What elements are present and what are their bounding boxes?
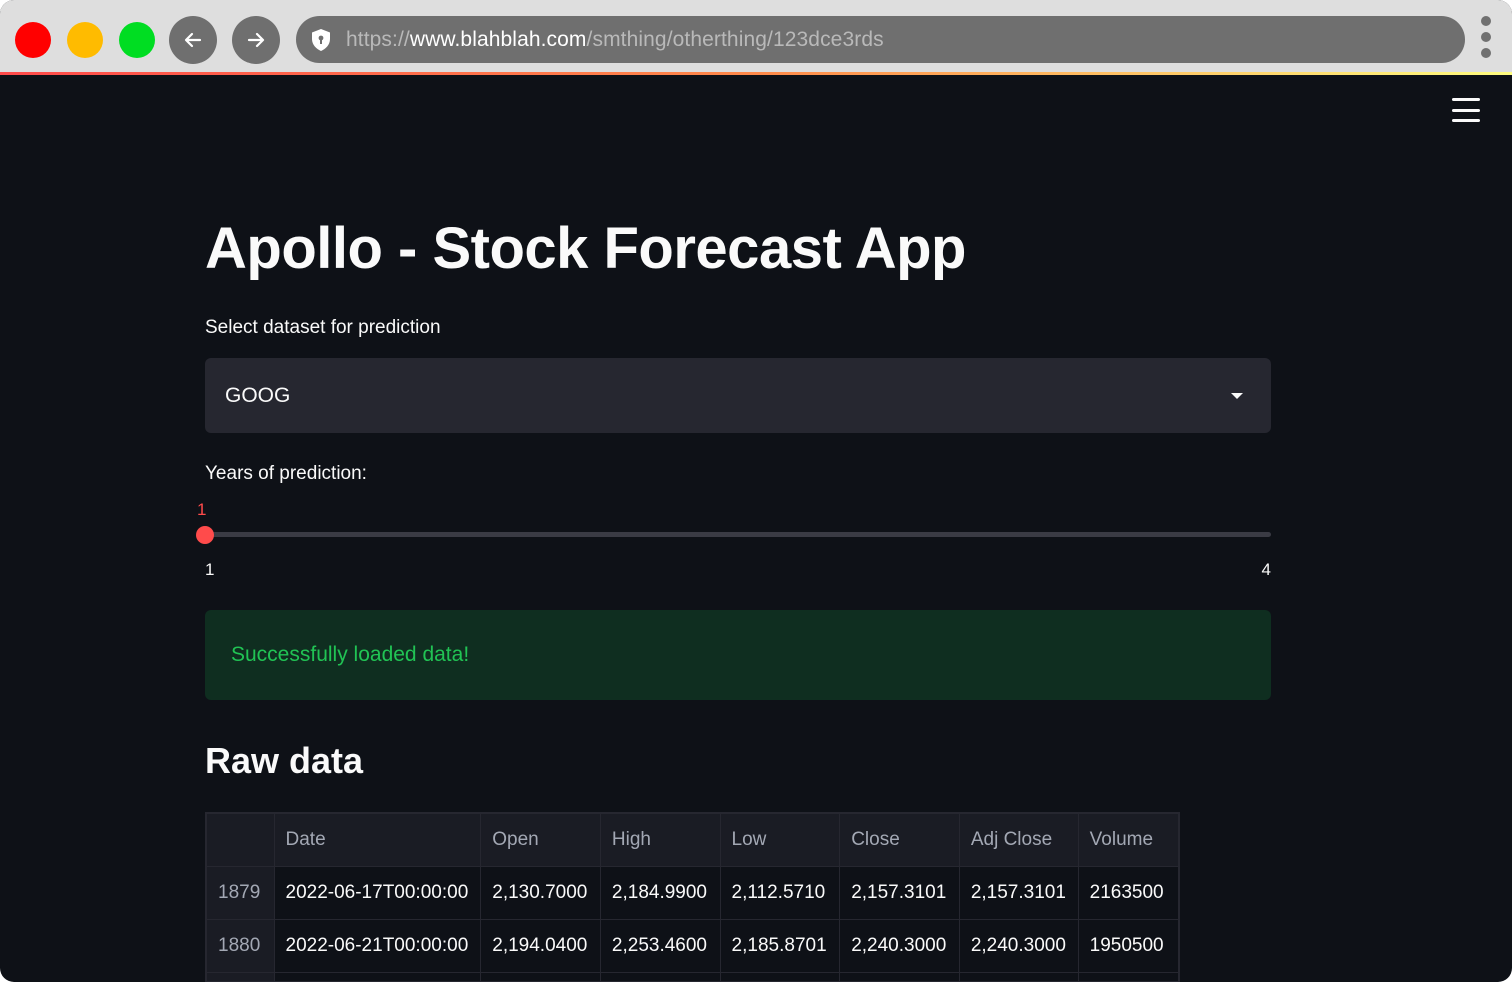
browser-window: https://www.blahblah.com/smthing/otherth…: [0, 0, 1512, 982]
arrow-right-icon: [247, 32, 265, 48]
dataset-select-value: GOOG: [225, 383, 291, 407]
raw-data-table[interactable]: Date Open High Low Close Adj Close Volum…: [205, 812, 1180, 982]
raw-data-header: Raw data: [205, 740, 364, 781]
column-header-adj-close[interactable]: Adj Close: [958, 813, 1079, 867]
row-index-cell: 1880: [206, 919, 275, 973]
open-cell: [480, 972, 601, 981]
date-cell: [273, 972, 482, 981]
close-window-button[interactable]: [15, 22, 51, 58]
dataset-select[interactable]: GOOG: [205, 358, 1271, 433]
adj-close-cell: [958, 972, 1079, 981]
adj-close-cell: 2,240.3000: [958, 919, 1079, 973]
page-title: Apollo - Stock Forecast App: [205, 216, 966, 281]
adj-close-cell: 2,157.3101: [958, 866, 1079, 920]
address-bar[interactable]: https://www.blahblah.com/smthing/otherth…: [296, 16, 1465, 63]
url-path: /smthing/otherthing/123dce3rds: [586, 27, 884, 51]
column-header-high[interactable]: High: [599, 813, 721, 867]
column-header-date[interactable]: Date: [273, 813, 482, 867]
volume-cell: [1077, 972, 1179, 981]
column-header-index[interactable]: [206, 813, 275, 867]
url-host: www.blahblah.com: [409, 27, 587, 51]
high-cell: [599, 972, 721, 981]
column-header-low[interactable]: Low: [719, 813, 841, 867]
table-row: [206, 972, 1179, 981]
years-slider-handle[interactable]: [196, 526, 214, 544]
slider-max-label: 4: [1261, 560, 1271, 579]
column-header-close[interactable]: Close: [839, 813, 960, 867]
row-index-cell: [206, 972, 275, 981]
minimize-window-button[interactable]: [67, 22, 103, 58]
page-accent-bar: [0, 72, 1512, 75]
table-row: 1879 2022-06-17T00:00:00 2,130.7000 2,18…: [206, 866, 1179, 920]
arrow-left-icon: [184, 32, 202, 48]
high-cell: 2,184.9900: [599, 866, 721, 920]
high-cell: 2,253.4600: [599, 919, 721, 973]
maximize-window-button[interactable]: [119, 22, 155, 58]
close-cell: [839, 972, 960, 981]
low-cell: 2,185.8701: [719, 919, 841, 973]
volume-cell: 2163500: [1077, 866, 1179, 920]
url-text: https://www.blahblah.com/smthing/otherth…: [346, 28, 884, 52]
years-slider-track[interactable]: [205, 532, 1271, 537]
close-cell: 2,240.3000: [839, 919, 960, 973]
column-header-open[interactable]: Open: [480, 813, 601, 867]
dataset-select-label: Select dataset for prediction: [205, 317, 441, 338]
slider-min-label: 1: [205, 560, 215, 579]
table-header-row: Date Open High Low Close Adj Close Volum…: [206, 813, 1179, 867]
shield-icon: [312, 28, 330, 51]
low-cell: 2,112.5710: [719, 866, 841, 920]
forward-button[interactable]: [232, 16, 280, 64]
success-alert-text: Successfully loaded data!: [231, 643, 470, 666]
slider-current-value: 1: [197, 500, 207, 519]
caret-down-icon: [1231, 393, 1243, 399]
date-cell: 2022-06-17T00:00:00: [273, 866, 482, 920]
kebab-menu-icon[interactable]: [1478, 16, 1494, 58]
low-cell: [719, 972, 841, 981]
close-cell: 2,157.3101: [839, 866, 960, 920]
table-row: 1880 2022-06-21T00:00:00 2,194.0400 2,25…: [206, 919, 1179, 973]
years-slider-label: Years of prediction:: [205, 463, 367, 484]
success-alert: Successfully loaded data!: [205, 610, 1271, 700]
open-cell: 2,130.7000: [480, 866, 601, 920]
url-scheme: https://: [346, 27, 410, 51]
date-cell: 2022-06-21T00:00:00: [273, 919, 482, 973]
back-button[interactable]: [169, 16, 217, 64]
volume-cell: 1950500: [1077, 919, 1179, 973]
open-cell: 2,194.0400: [480, 919, 601, 973]
browser-toolbar: https://www.blahblah.com/smthing/otherth…: [0, 0, 1512, 72]
row-index-cell: 1879: [206, 866, 275, 920]
column-header-volume[interactable]: Volume: [1077, 813, 1179, 867]
hamburger-menu-icon[interactable]: [1452, 98, 1480, 122]
